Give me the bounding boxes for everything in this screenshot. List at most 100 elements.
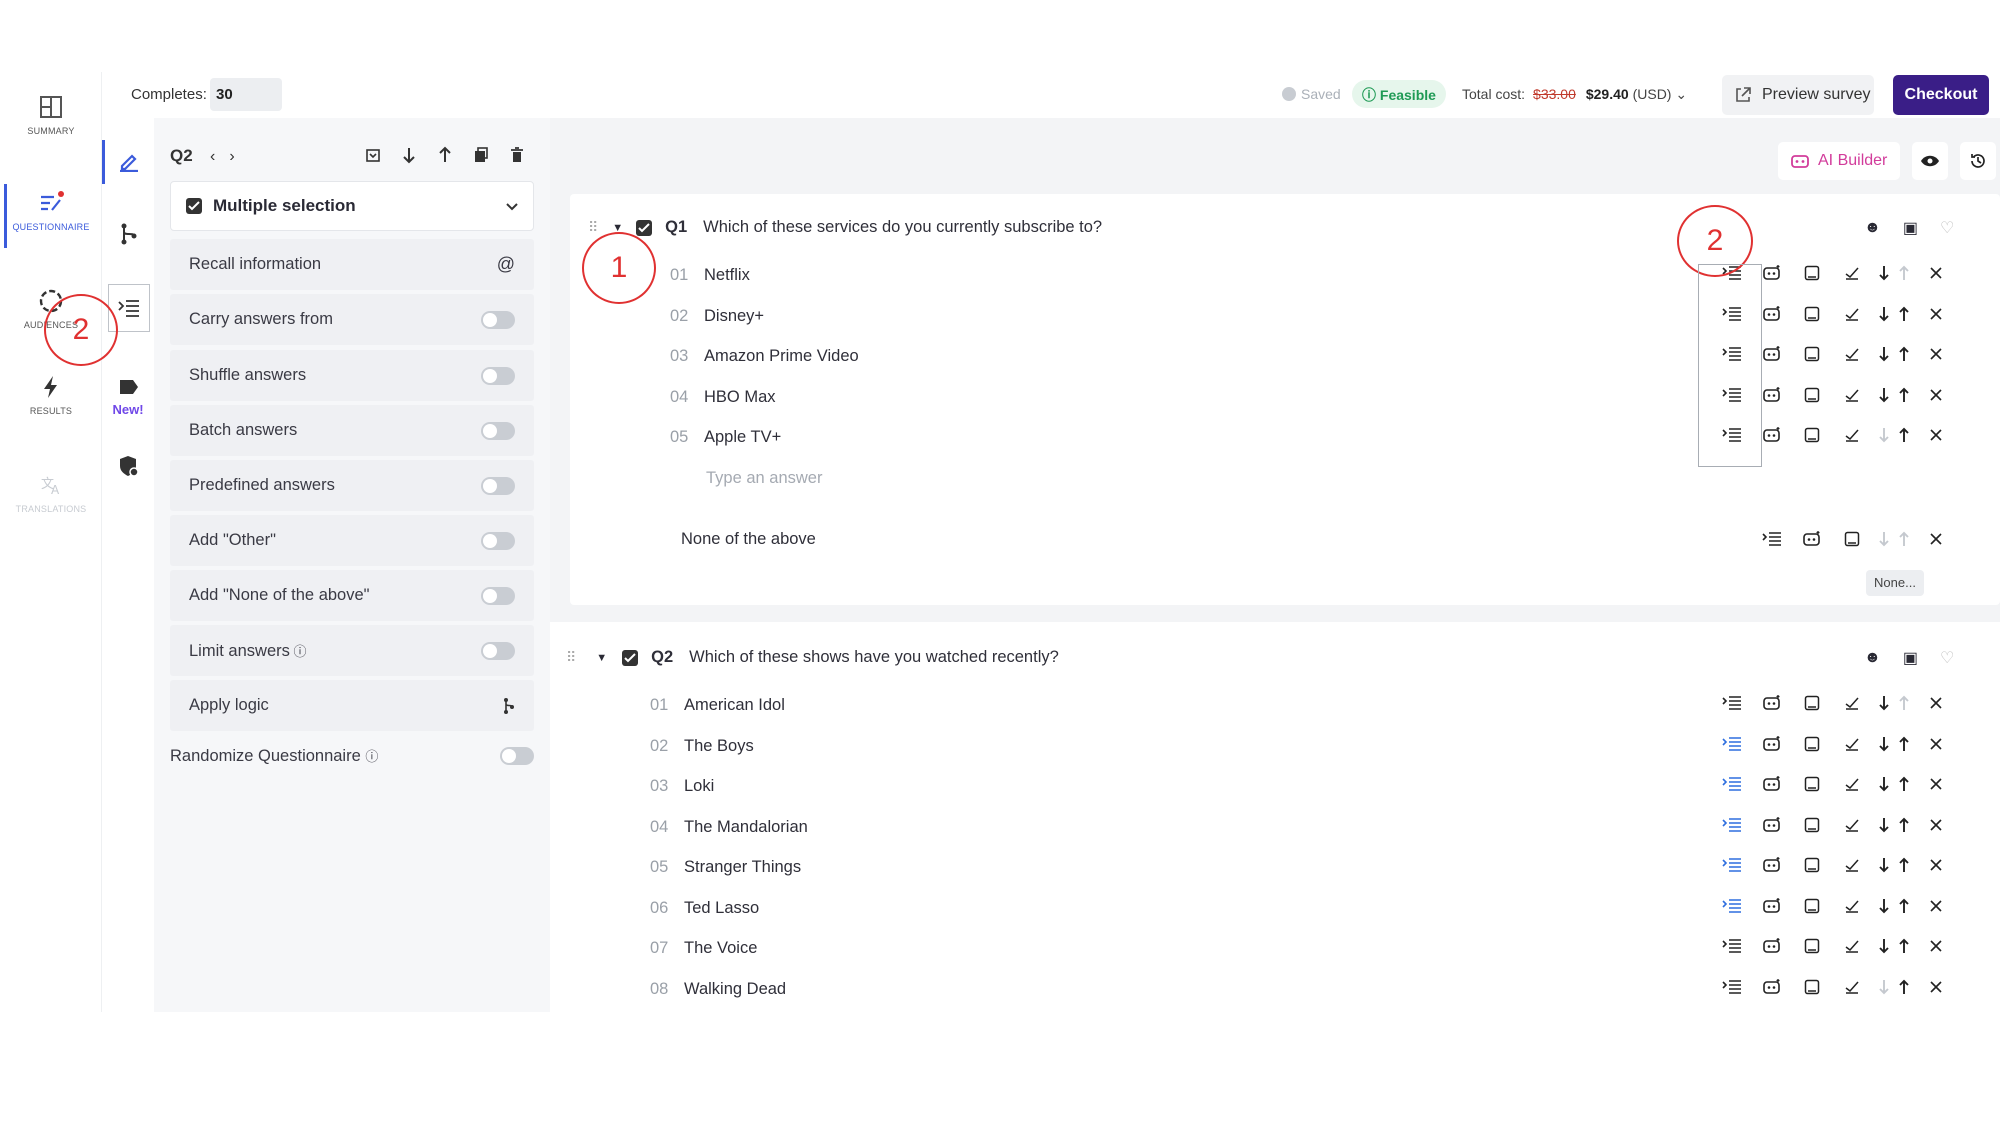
close-icon[interactable]	[1916, 429, 1956, 441]
none-of-above-answer[interactable]: None of the above	[681, 530, 816, 549]
arrow-up-icon[interactable]	[1897, 776, 1911, 792]
ai-bot-icon[interactable]	[1792, 530, 1832, 548]
logic-indent-icon[interactable]	[1712, 979, 1752, 995]
new-answer-input[interactable]: Type an answer	[706, 469, 822, 488]
image-icon[interactable]: ▣	[1903, 648, 1918, 668]
preview-survey-button[interactable]: Preview survey	[1722, 75, 1874, 115]
answer-item[interactable]: 04 HBO Max	[670, 388, 776, 407]
close-icon[interactable]	[1916, 778, 1956, 790]
q1-title[interactable]: Which of these services do you currently…	[703, 218, 1102, 237]
answer-item[interactable]: 01 American Idol	[650, 696, 785, 715]
close-icon[interactable]	[1916, 388, 1956, 401]
arrow-up-icon[interactable]	[436, 146, 454, 164]
chevron-down-icon[interactable]: ⌄	[1675, 86, 1687, 102]
check-icon[interactable]	[1832, 428, 1872, 442]
ai-bot-icon[interactable]	[1752, 856, 1792, 874]
close-icon[interactable]	[1916, 899, 1956, 912]
panel-option-row[interactable]: Add "None of the above"	[170, 570, 534, 621]
answer-item[interactable]: 05 Apple TV+	[670, 428, 781, 447]
image-icon[interactable]	[1792, 817, 1832, 833]
panel-option-toggle[interactable]	[481, 531, 515, 550]
arrow-down-icon[interactable]	[1877, 736, 1891, 752]
close-icon[interactable]	[1916, 307, 1956, 320]
arrow-down-icon[interactable]	[1877, 306, 1891, 322]
drag-handle-icon[interactable]: ⠿	[566, 649, 576, 666]
logic-indent-icon[interactable]	[1712, 776, 1752, 792]
panel-option-toggle[interactable]	[481, 310, 515, 329]
check-icon[interactable]	[1832, 347, 1872, 361]
rail-translations[interactable]: 文A TRANSLATIONS	[0, 472, 102, 514]
image-icon[interactable]	[1792, 898, 1832, 914]
check-icon[interactable]	[1832, 266, 1872, 280]
arrow-up-icon[interactable]	[1897, 979, 1911, 995]
logic-indent-icon[interactable]	[1712, 695, 1752, 711]
total-cost[interactable]: Total cost: $33.00 $29.40 (USD) ⌄	[1462, 86, 1687, 103]
drag-handle-icon[interactable]: ⠿	[588, 219, 598, 236]
logic-indent-icon[interactable]	[1712, 898, 1752, 914]
arrow-down-icon[interactable]	[1877, 265, 1891, 281]
rail-summary[interactable]: SUMMARY	[0, 94, 102, 136]
completes-input[interactable]: 30	[210, 78, 282, 111]
rail-results[interactable]: RESULTS	[0, 374, 102, 416]
ai-bot-icon[interactable]	[1752, 694, 1792, 712]
check-icon[interactable]	[1832, 858, 1872, 872]
image-icon[interactable]: ▣	[1903, 218, 1918, 238]
check-icon[interactable]	[1832, 980, 1872, 994]
panel-option-toggle[interactable]	[481, 366, 515, 385]
close-icon[interactable]	[1916, 980, 1956, 993]
arrow-down-icon[interactable]	[1877, 857, 1891, 873]
arrow-up-icon[interactable]	[1897, 817, 1911, 833]
arrow-up-icon[interactable]	[1897, 898, 1911, 914]
panel-option-toggle[interactable]	[481, 421, 515, 440]
arrow-up-icon[interactable]	[1897, 531, 1911, 547]
answer-item[interactable]: 02 Disney+	[670, 307, 764, 326]
history-button[interactable]	[1960, 142, 1996, 180]
chevron-right-icon[interactable]: ›	[229, 148, 234, 166]
pencil-icon[interactable]	[118, 150, 140, 172]
randomize-toggle[interactable]	[500, 747, 534, 765]
logic-indent-icon[interactable]	[1712, 817, 1752, 833]
arrow-up-icon[interactable]	[1897, 736, 1911, 752]
arrow-down-icon[interactable]	[400, 146, 418, 164]
heart-icon[interactable]: ♡	[1940, 648, 1954, 668]
answer-item[interactable]: 03 Loki	[650, 777, 714, 796]
check-icon[interactable]	[1832, 388, 1872, 402]
panel-option-toggle[interactable]	[481, 641, 515, 660]
image-icon[interactable]	[1792, 776, 1832, 792]
panel-option-row[interactable]: Limit answers ⓘ	[170, 625, 534, 676]
check-icon[interactable]	[1832, 696, 1872, 710]
ai-bot-icon[interactable]	[1752, 816, 1792, 834]
recall-information-row[interactable]: Recall information @	[170, 239, 534, 290]
ai-bot-icon[interactable]	[1752, 735, 1792, 753]
swap-icon[interactable]	[364, 146, 382, 164]
trash-icon[interactable]	[508, 146, 526, 164]
arrow-up-icon[interactable]	[1897, 938, 1911, 954]
panel-option-row[interactable]: Batch answers	[170, 405, 534, 456]
rail-questionnaire[interactable]: QUESTIONNAIRE	[0, 190, 102, 232]
close-icon[interactable]	[1916, 818, 1956, 831]
logic-indent-icon[interactable]	[1752, 531, 1792, 547]
q2-title[interactable]: Which of these shows have you watched re…	[689, 648, 1059, 667]
ai-bot-icon[interactable]	[1752, 937, 1792, 955]
check-icon[interactable]	[1832, 818, 1872, 832]
arrow-down-icon[interactable]	[1877, 898, 1891, 914]
arrow-up-icon[interactable]	[1897, 265, 1911, 281]
ai-builder-button[interactable]: AI Builder	[1778, 142, 1900, 180]
apply-logic-row[interactable]: Apply logic	[170, 680, 534, 731]
randomize-questionnaire-row[interactable]: Randomize Questionnaire ⓘ	[170, 746, 534, 766]
close-icon[interactable]	[1916, 859, 1956, 871]
answer-item[interactable]: 01 Netflix	[670, 266, 750, 285]
arrow-down-icon[interactable]	[1877, 979, 1891, 995]
image-icon[interactable]	[1792, 938, 1832, 954]
image-icon[interactable]	[1792, 736, 1832, 752]
image-icon[interactable]	[1792, 346, 1832, 362]
panel-option-row[interactable]: Add "Other"	[170, 515, 534, 566]
answer-item[interactable]: 07 The Voice	[650, 939, 757, 958]
preview-eye-button[interactable]	[1912, 142, 1948, 180]
answer-item[interactable]: 02 The Boys	[650, 737, 754, 756]
copy-icon[interactable]	[472, 146, 490, 164]
ai-bot-icon[interactable]	[1752, 978, 1792, 996]
ai-bot-icon[interactable]	[1752, 775, 1792, 793]
arrow-down-icon[interactable]	[1877, 695, 1891, 711]
image-icon[interactable]	[1792, 695, 1832, 711]
